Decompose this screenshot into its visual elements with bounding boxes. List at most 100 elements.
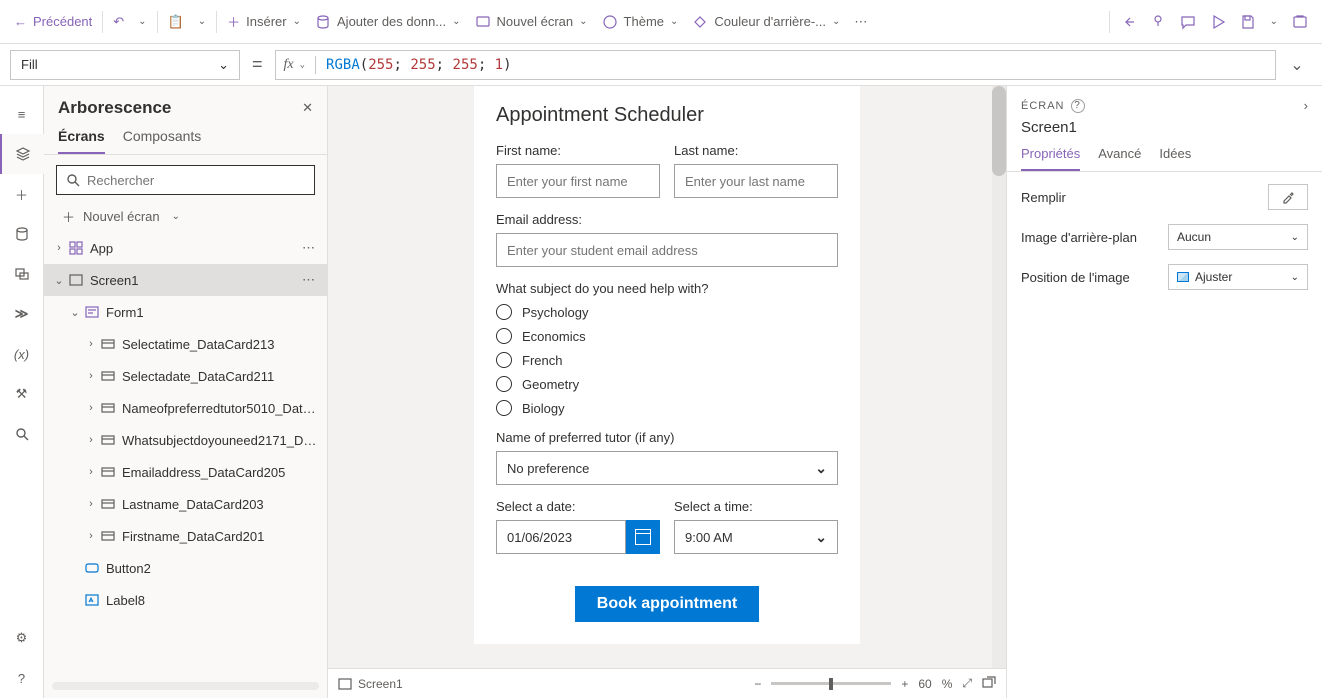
time-label: Select a time: <box>674 499 838 514</box>
undo-menu[interactable]: ⌄ <box>132 6 152 38</box>
play-button[interactable] <box>1204 6 1232 38</box>
props-tab-advanced[interactable]: Avancé <box>1098 146 1141 171</box>
checker-button[interactable] <box>1144 6 1172 38</box>
back-button[interactable]: ← Précédent <box>8 6 98 38</box>
share-button[interactable] <box>1114 6 1142 38</box>
tree-search[interactable] <box>56 165 315 195</box>
card-icon <box>100 403 116 413</box>
tree-node-label8[interactable]: Label8 <box>44 584 327 616</box>
last-name-input[interactable] <box>674 164 838 198</box>
new-screen-button[interactable]: ＋ Nouvel écran ⌄ <box>44 201 327 232</box>
zoom-in-button[interactable]: + <box>901 677 908 691</box>
radio-icon <box>496 328 512 344</box>
save-menu[interactable]: ⌄ <box>1264 6 1284 38</box>
property-selector[interactable]: Fill ⌄ <box>10 50 240 80</box>
fit-button[interactable]: ⤢ <box>962 676 972 691</box>
v-scrollbar[interactable] <box>992 86 1006 668</box>
tree-node-label: Screen1 <box>90 273 298 288</box>
tree-node-screen1[interactable]: ⌄ Screen1 ⋯ <box>44 264 327 296</box>
ellipsis-icon: ⋯ <box>302 272 315 287</box>
radio-option[interactable]: Economics <box>496 328 838 344</box>
chevron-right-icon: › <box>84 338 98 350</box>
props-tab-ideas[interactable]: Idées <box>1159 146 1191 171</box>
tree-node-form1[interactable]: ⌄ Form1 <box>44 296 327 328</box>
expand-formula-button[interactable]: ⌄ <box>1282 55 1312 75</box>
props-expand-button[interactable]: › <box>1304 98 1308 113</box>
paste-button[interactable]: 📋 <box>162 6 190 38</box>
date-input[interactable] <box>496 520 626 554</box>
tutor-label: Name of preferred tutor (if any) <box>496 430 838 445</box>
time-select[interactable]: 9:00 AM ⌄ <box>674 520 838 554</box>
comments-button[interactable] <box>1174 6 1202 38</box>
tools-icon: ⚒ <box>16 386 28 402</box>
tab-components[interactable]: Composants <box>123 128 202 154</box>
radio-option[interactable]: Biology <box>496 400 838 416</box>
save-button[interactable] <box>1234 6 1262 38</box>
tree-node-button2[interactable]: Button2 <box>44 552 327 584</box>
tutor-select[interactable]: No preference ⌄ <box>496 451 838 485</box>
popout-button[interactable] <box>982 676 996 691</box>
calendar-button[interactable] <box>626 520 660 554</box>
rail-variables[interactable]: (x) <box>0 334 44 374</box>
email-input[interactable] <box>496 233 838 267</box>
chevron-down-icon: ⌄ <box>172 211 180 222</box>
prop-fill-picker[interactable] <box>1268 184 1308 210</box>
search-input[interactable] <box>87 173 306 188</box>
chevron-right-icon: › <box>84 498 98 510</box>
tree-node-label: Firstname_DataCard201 <box>122 529 319 544</box>
h-scrollbar[interactable] <box>52 682 319 690</box>
new-screen-button[interactable]: Nouvel écran ⌄ <box>469 6 594 38</box>
app-canvas[interactable]: Appointment Scheduler First name: Last n… <box>474 86 860 644</box>
close-panel-button[interactable]: ✕ <box>302 100 313 116</box>
formula-input[interactable]: fx ⌄ RGBA(255; 255; 255; 1) <box>275 50 1276 80</box>
tree-node-datacard[interactable]: ›Firstname_DataCard201 <box>44 520 327 552</box>
node-more-button[interactable]: ⋯ <box>298 272 319 288</box>
insert-button[interactable]: ＋ Insérer ⌄ <box>221 6 307 38</box>
tree-node-datacard[interactable]: ›Nameofpreferredtutor5010_DataCard <box>44 392 327 424</box>
zoom-out-button[interactable]: − <box>754 677 761 691</box>
add-data-button[interactable]: Ajouter des donn... ⌄ <box>309 6 467 38</box>
radio-option[interactable]: French <box>496 352 838 368</box>
rail-help[interactable]: ? <box>0 658 44 698</box>
rail-search[interactable] <box>0 414 44 454</box>
rail-flows[interactable]: ≫ <box>0 294 44 334</box>
tree-node-datacard[interactable]: ›Lastname_DataCard203 <box>44 488 327 520</box>
book-button[interactable]: Book appointment <box>575 586 759 622</box>
node-more-button[interactable]: ⋯ <box>298 240 319 256</box>
paste-menu[interactable]: ⌄ <box>192 6 212 38</box>
rail-insert[interactable]: ＋ <box>0 174 44 214</box>
theme-button[interactable]: Thème ⌄ <box>596 6 685 38</box>
radio-option[interactable]: Psychology <box>496 304 838 320</box>
tree-node-datacard[interactable]: ›Selectadate_DataCard211 <box>44 360 327 392</box>
rail-hamburger[interactable]: ≡ <box>0 94 44 134</box>
radio-option[interactable]: Geometry <box>496 376 838 392</box>
bg-color-button[interactable]: Couleur d'arrière-... ⌄ <box>686 6 846 38</box>
prop-bgimage-value: Aucun <box>1177 230 1211 244</box>
prop-bgimage-select[interactable]: Aucun ⌄ <box>1168 224 1308 250</box>
prop-imgpos-select[interactable]: Ajuster ⌄ <box>1168 264 1308 290</box>
undo-button[interactable]: ↶ <box>107 6 130 38</box>
tree-node-datacard[interactable]: ›Emailaddress_DataCard205 <box>44 456 327 488</box>
rail-media[interactable] <box>0 254 44 294</box>
zoom-slider[interactable] <box>771 682 891 685</box>
overflow-button[interactable]: ⋯ <box>848 6 873 38</box>
info-icon[interactable]: ? <box>1071 99 1085 113</box>
publish-button[interactable] <box>1286 6 1314 38</box>
formula-bar: Fill ⌄ = fx ⌄ RGBA(255; 255; 255; 1) ⌄ <box>0 44 1322 86</box>
zoom-value: 60 <box>918 677 931 691</box>
tab-screens[interactable]: Écrans <box>58 128 105 154</box>
arrow-left-icon: ← <box>14 14 27 29</box>
rail-tree[interactable] <box>0 134 44 174</box>
time-value: 9:00 AM <box>685 530 733 545</box>
calendar-icon <box>635 529 651 545</box>
props-tab-properties[interactable]: Propriétés <box>1021 146 1080 171</box>
rail-tools[interactable]: ⚒ <box>0 374 44 414</box>
radio-label: Geometry <box>522 377 579 392</box>
tree-node-app[interactable]: › App ⋯ <box>44 232 327 264</box>
first-name-input[interactable] <box>496 164 660 198</box>
tree-node-datacard[interactable]: ›Whatsubjectdoyouneed2171_DataCard <box>44 424 327 456</box>
tree-node-datacard[interactable]: ›Selectatime_DataCard213 <box>44 328 327 360</box>
ellipsis-icon: ⋯ <box>854 14 867 30</box>
rail-data[interactable] <box>0 214 44 254</box>
rail-settings[interactable]: ⚙ <box>0 618 44 658</box>
